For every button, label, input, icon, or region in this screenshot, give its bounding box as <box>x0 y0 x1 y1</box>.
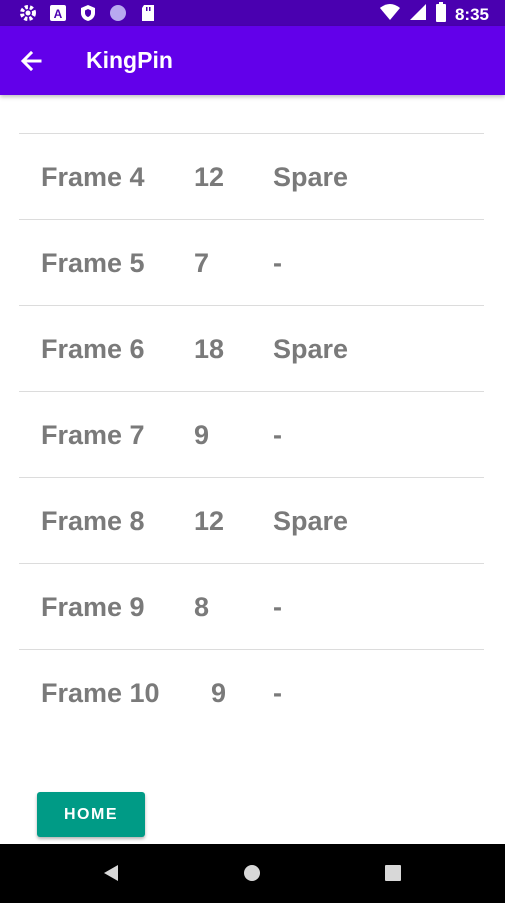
home-circle-icon[interactable] <box>243 864 261 887</box>
frame-mark: Spare <box>273 334 349 364</box>
a-badge-icon: A <box>48 3 68 23</box>
frame-mark: - <box>273 678 282 708</box>
app-title: KingPin <box>86 47 173 73</box>
svg-text:A: A <box>54 7 63 21</box>
frame-label: Frame 10 <box>41 678 160 708</box>
frame-score: 9 <box>194 420 210 450</box>
list-item: Frame 8 12 Spare <box>19 478 484 564</box>
frame-score: 9 <box>211 678 227 708</box>
sd-card-icon <box>138 3 158 23</box>
frame-mark: Spare <box>273 162 349 192</box>
frame-score: 7 <box>194 248 210 278</box>
gear-icon <box>18 3 38 23</box>
back-arrow-icon[interactable] <box>18 48 44 74</box>
frame-label: Frame 8 <box>41 506 145 536</box>
signal-icon <box>409 3 427 26</box>
status-right: 8:35 <box>379 2 489 27</box>
frame-mark: Spare <box>273 506 349 536</box>
status-bar: A 8:35 <box>0 0 505 26</box>
frame-label: Frame 6 <box>41 334 145 364</box>
list-item: Frame 4 12 Spare <box>19 134 484 220</box>
system-nav-bar <box>0 844 505 903</box>
list-item: Frame 10 9 - <box>19 650 484 735</box>
status-time: 8:35 <box>454 4 489 24</box>
circle-icon <box>108 3 128 23</box>
frame-score: 12 <box>194 162 225 192</box>
frame-score: 8 <box>194 592 210 622</box>
status-left-icons: A <box>18 3 158 23</box>
frame-mark: - <box>273 248 282 278</box>
wifi-icon <box>379 3 401 26</box>
frame-list: Frame 4 12 Spare Frame 5 7 - Frame 6 18 … <box>19 133 484 735</box>
list-item: Frame 5 7 - <box>19 220 484 306</box>
frame-mark: - <box>273 592 282 622</box>
recents-square-icon[interactable] <box>384 864 402 887</box>
frame-label: Frame 5 <box>41 248 145 278</box>
app-bar: KingPin <box>0 26 505 95</box>
frame-label: Frame 7 <box>41 420 145 450</box>
list-item: Frame 7 9 - <box>19 392 484 478</box>
frame-label: Frame 4 <box>41 162 145 192</box>
home-button[interactable]: HOME <box>37 792 145 837</box>
list-item: Frame 6 18 Spare <box>19 306 484 392</box>
frame-label: Frame 9 <box>41 592 145 622</box>
battery-icon <box>435 2 447 27</box>
frame-mark: - <box>273 420 282 450</box>
back-triangle-icon[interactable] <box>102 864 120 887</box>
list-item: Frame 9 8 - <box>19 564 484 650</box>
frame-score: 18 <box>194 334 225 364</box>
frame-score: 12 <box>194 506 225 536</box>
shield-icon <box>78 3 98 23</box>
